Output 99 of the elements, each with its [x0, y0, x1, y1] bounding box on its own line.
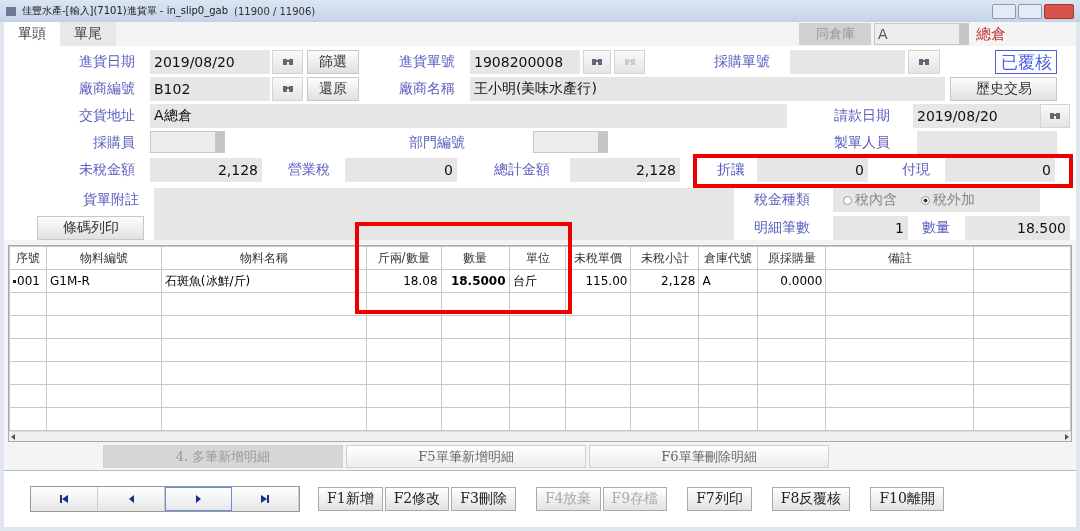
function-button[interactable]: F3刪除 — [451, 487, 516, 511]
lookup-icon — [592, 58, 602, 66]
column-header[interactable]: 單位 — [509, 246, 566, 270]
tab[interactable]: 單尾 — [60, 22, 116, 46]
lookup-icon — [282, 85, 293, 93]
field-label: 數量 — [921, 219, 950, 237]
lookup-button[interactable] — [908, 50, 940, 74]
input-field[interactable]: 2,128 — [570, 158, 680, 182]
table-cell: A — [698, 269, 758, 293]
scroll-right-icon[interactable] — [1065, 433, 1069, 440]
input-field[interactable]: 2,128 — [150, 158, 262, 182]
record-counter: (11900 / 11906) — [234, 5, 316, 17]
input-field[interactable]: 2019/08/20 — [150, 50, 270, 74]
lookup-icon — [624, 58, 635, 66]
column-header[interactable]: 數量 — [441, 246, 510, 270]
detail-button[interactable]: F6單筆刪除明細 — [589, 445, 829, 468]
input-field[interactable]: B102 — [150, 77, 270, 101]
function-button[interactable]: F10離開 — [870, 487, 944, 511]
column-header[interactable]: 未稅小計 — [630, 246, 699, 270]
input-field[interactable] — [917, 131, 1057, 155]
action-button[interactable]: 還原 — [307, 77, 359, 101]
barcode-print-button[interactable]: 條碼列印 — [37, 216, 144, 240]
column-header[interactable]: 物料編號 — [46, 246, 162, 270]
lookup-button[interactable] — [272, 50, 303, 74]
table-cell: 2,128 — [630, 269, 699, 293]
input-field[interactable]: 王小明(美味水產行) — [470, 77, 945, 101]
field-label: 進貨單號 — [398, 53, 455, 71]
field-label: 營業稅 — [287, 161, 330, 179]
input-field[interactable]: 0 — [757, 158, 868, 182]
field-label: 廠商編號 — [78, 80, 135, 98]
table-cell: 18.5000 — [441, 269, 510, 293]
first-icon — [60, 495, 68, 503]
last-icon — [261, 495, 269, 503]
nav-button[interactable] — [31, 487, 98, 511]
input-field[interactable]: A總倉 — [150, 104, 787, 128]
field-label: 製單人員 — [833, 134, 890, 152]
table-cell: 0.0000 — [757, 269, 826, 293]
function-button[interactable]: F2修改 — [384, 487, 450, 511]
notes-field[interactable] — [154, 188, 734, 240]
lookup-button[interactable] — [272, 77, 303, 101]
column-header[interactable]: 物料名稱 — [161, 246, 367, 270]
previous-icon — [128, 495, 134, 503]
field-label: 採購單號 — [713, 53, 770, 71]
column-header[interactable]: 備註 — [825, 246, 974, 270]
field-label: 廠商名稱 — [398, 80, 455, 98]
field-label: 稅金種類 — [753, 191, 810, 209]
table-cell: 石斑魚(冰鮮/斤) — [161, 269, 367, 293]
column-header[interactable]: 未稅單價 — [565, 246, 631, 270]
column-header[interactable]: 斤兩/數量 — [366, 246, 442, 270]
function-button[interactable]: F8反覆核 — [771, 487, 851, 511]
field-label: 總計金額 — [493, 161, 550, 179]
field-label: 進貨日期 — [78, 53, 135, 71]
function-button[interactable]: F7列印 — [687, 487, 752, 511]
lookup-icon — [282, 58, 293, 66]
status-stamp: 已覆核 — [995, 50, 1057, 74]
field-label: 採購員 — [92, 134, 135, 152]
detail-button[interactable]: F5單筆新增明細 — [346, 445, 586, 468]
field-label: 請款日期 — [833, 107, 890, 125]
lookup-button[interactable] — [1040, 104, 1070, 128]
input-field[interactable]: 1908200008 — [470, 50, 580, 74]
close-button[interactable] — [1044, 3, 1074, 19]
field-label: 付現 — [901, 161, 930, 179]
column-header[interactable]: 原採購量 — [757, 246, 826, 270]
tab[interactable]: 單頭 — [4, 22, 60, 46]
horizontal-scrollbar[interactable] — [9, 431, 1071, 441]
field-label: 折讓 — [716, 161, 745, 179]
input-field[interactable]: 0 — [345, 158, 457, 182]
app-icon — [6, 6, 16, 16]
minimize-button[interactable] — [992, 3, 1016, 19]
column-header[interactable]: 序號 — [9, 246, 47, 270]
table-cell: 18.08 — [366, 269, 442, 293]
lookup-button[interactable] — [583, 50, 611, 74]
scroll-left-icon[interactable] — [11, 433, 15, 440]
window-title: 佳豐水產-[輸入](7101)進貨單 - in_slip0_gab — [22, 4, 229, 18]
nav-button[interactable] — [232, 487, 299, 511]
input-field[interactable] — [790, 50, 905, 74]
lookup-icon — [919, 58, 929, 66]
function-button[interactable]: F1新增 — [318, 487, 383, 511]
input-field[interactable]: 18.500 — [965, 216, 1070, 240]
action-button[interactable]: 歷史交易 — [950, 77, 1057, 101]
field-label: 貨單附註 — [82, 191, 139, 209]
table-cell: G1M-R — [46, 269, 162, 293]
warehouse-dropdown[interactable]: A — [874, 23, 969, 45]
next-icon — [195, 495, 201, 503]
field-label: 交貨地址 — [78, 107, 135, 125]
action-button[interactable]: 篩選 — [307, 50, 359, 74]
field-label: 部門編號 — [408, 134, 465, 152]
warehouse-name: 總倉 — [976, 24, 1006, 44]
field-label: 未稅金額 — [78, 161, 135, 179]
field-label: 明細筆數 — [753, 219, 810, 237]
input-field[interactable]: 0 — [945, 158, 1055, 182]
input-field[interactable]: 1 — [833, 216, 908, 240]
maximize-button[interactable] — [1018, 3, 1042, 19]
column-header[interactable]: 倉庫代號 — [698, 246, 758, 270]
table-cell: 台斤 — [509, 269, 566, 293]
table-cell: 115.00 — [565, 269, 631, 293]
table-cell: 001 — [9, 269, 47, 293]
input-field[interactable]: 2019/08/20 — [913, 104, 1040, 128]
lookup-icon — [1050, 112, 1060, 120]
